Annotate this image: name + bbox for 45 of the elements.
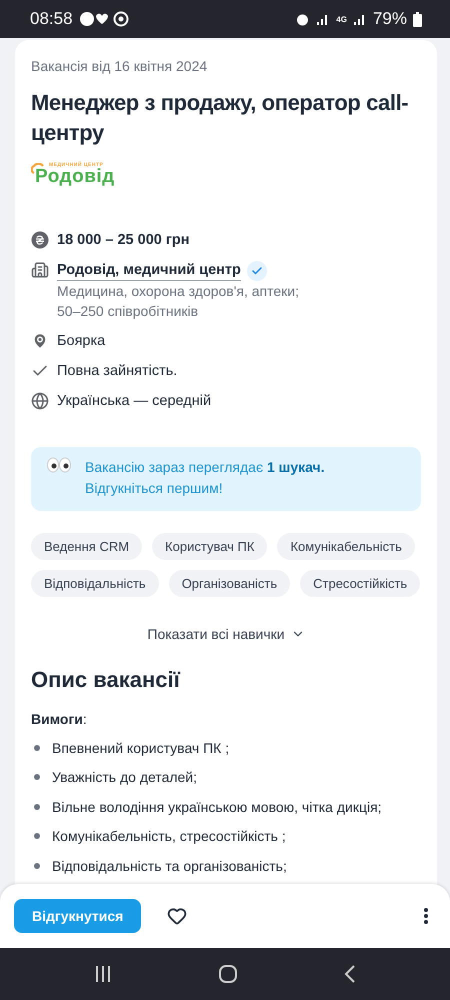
network-label: 4G <box>336 14 347 24</box>
battery-percent: 79% <box>372 9 407 29</box>
detail-text: Боярка <box>57 333 106 349</box>
status-time: 08:58 <box>30 9 73 29</box>
back-icon[interactable] <box>344 965 356 983</box>
bullet-dot <box>34 744 40 751</box>
skill-tag: Стресостійкість <box>300 570 420 596</box>
requirement-text: Відповідальність та організованість; <box>52 858 287 874</box>
salary-text: 18 000 – 25 000 грн <box>57 232 190 248</box>
more-icon <box>424 908 428 924</box>
skill-tag: Користувач ПК <box>152 533 268 560</box>
globe-icon <box>31 392 49 410</box>
detail-text: Українська — середній <box>57 393 212 409</box>
show-all-skills-button[interactable]: Показати всі навички <box>141 625 311 643</box>
company-link[interactable]: Родовід, медичний центр <box>57 260 241 281</box>
home-icon[interactable] <box>218 965 237 983</box>
favorite-button[interactable] <box>167 906 188 926</box>
requirements-label: Вимоги: <box>31 711 88 727</box>
building-icon <box>31 261 49 279</box>
eyes-icon <box>47 457 71 473</box>
battery-icon <box>413 12 422 26</box>
requirement-text: Впевнений користувач ПК ; <box>52 740 230 756</box>
skill-tag: Відповідальність <box>31 570 159 596</box>
section-heading: Опис вакансії <box>31 667 182 693</box>
skill-tag: Комунікабельність <box>277 533 415 560</box>
hryvnia-coin-icon <box>31 231 49 249</box>
requirement-text: Уважність до деталей; <box>52 769 198 786</box>
logo-name: Родовід <box>35 168 115 186</box>
vacancy-title: Менеджер з продажу, оператор call-центру <box>31 89 410 147</box>
requirement-text: Вільне володіння українською мовою, чітка дикція; <box>52 798 382 815</box>
more-options-button[interactable] <box>424 908 428 924</box>
company-info: Медицина, охорона здоров'я, аптеки; <box>57 282 300 301</box>
detail-text: Повна зайнятість. <box>57 363 178 379</box>
bullet-dot <box>34 833 40 840</box>
bullet-dot <box>34 804 40 810</box>
company-info: 50–250 співробітників <box>57 302 200 321</box>
vacancy-date: Вакансія від 16 квітня 2024 <box>31 58 208 74</box>
requirement-text: Комунікабельність, стресостійкість ; <box>52 828 286 844</box>
bullet-dot <box>34 862 40 869</box>
skill-tag: Організованість <box>168 570 290 596</box>
banner-text: Вакансію зараз переглядає 1 шукач. Відгукніться першим! <box>85 458 325 498</box>
skill-tag: Ведення CRM <box>31 533 142 560</box>
recent-apps-icon[interactable] <box>94 965 112 983</box>
signal-icon <box>352 12 367 26</box>
bullet-dot <box>34 774 40 780</box>
